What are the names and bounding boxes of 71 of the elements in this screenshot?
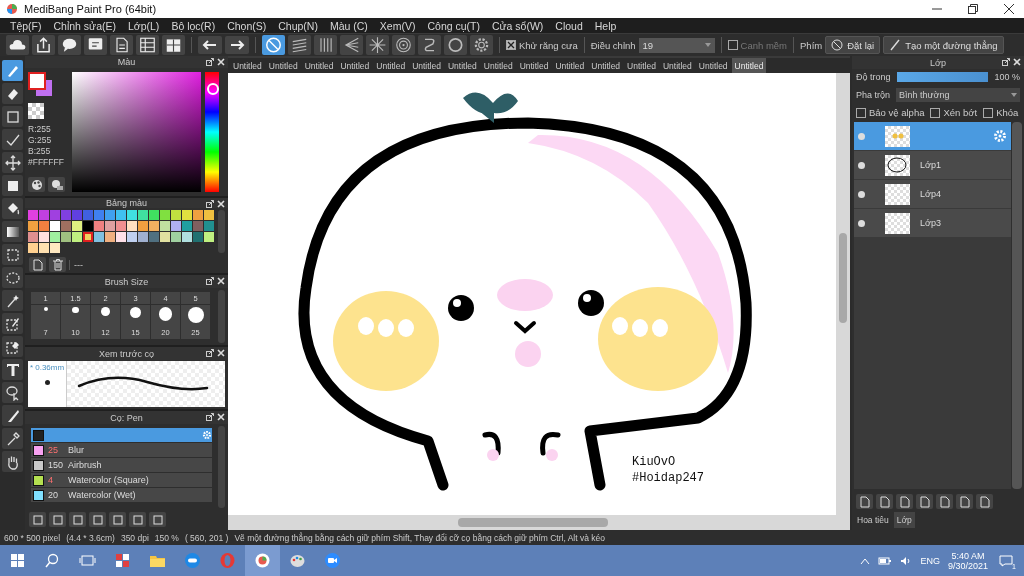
field-label: Độ trong bbox=[856, 72, 891, 82]
status-text: (4.4 * 3.6cm) bbox=[66, 532, 115, 543]
brush-item[interactable]: 150 Airbrush bbox=[31, 458, 212, 472]
blend-mode-dropdown[interactable]: Bình thường bbox=[896, 88, 1020, 102]
brush-size: 4 bbox=[48, 475, 54, 485]
rgb-value: G:255 bbox=[28, 135, 53, 145]
menu-item[interactable]: Màu (C) bbox=[323, 19, 374, 32]
layer-row[interactable]: Lớp4 bbox=[854, 180, 1011, 208]
menu-item[interactable]: Chỉnh sửa(E) bbox=[47, 19, 122, 32]
brush-item[interactable]: 25 Blur bbox=[31, 443, 212, 457]
toolbar-button[interactable]: Tạo một đường thẳng bbox=[883, 36, 1004, 54]
layer-row[interactable]: Lớp1 bbox=[854, 151, 1011, 179]
brush-name: Airbrush bbox=[68, 460, 103, 470]
field-label: Điều chỉnh bbox=[590, 39, 636, 51]
clock-time[interactable]: 5:40 AM bbox=[951, 550, 985, 561]
toolbar-button[interactable]: Đặt lại bbox=[825, 36, 881, 54]
checkbox-label: Khử răng cưa bbox=[519, 39, 578, 51]
layer-name: Lớp4 bbox=[920, 189, 942, 199]
brush-size-label: * 0.36mm bbox=[29, 363, 65, 372]
menu-item[interactable]: Xem(V) bbox=[373, 19, 422, 32]
checkbox-label: Xén bớt bbox=[943, 107, 978, 118]
panel-title: Cọ: Pen bbox=[110, 412, 143, 423]
opacity-value: 100 % bbox=[994, 72, 1020, 82]
checkbox-label: Bảo vệ alpha bbox=[869, 107, 925, 118]
correction-dropdown[interactable]: 19 bbox=[638, 37, 715, 53]
menu-item[interactable]: Bộ lọc(R) bbox=[165, 19, 222, 32]
field-label: Pha trộn bbox=[856, 90, 891, 100]
status-text: 350 dpi bbox=[120, 532, 149, 543]
brush-name: Watercolor (Square) bbox=[68, 475, 150, 485]
field-label: Phím bbox=[800, 39, 823, 51]
checkbox-label: Khóa bbox=[996, 107, 1019, 118]
caption-text: KiuOvO bbox=[632, 455, 676, 469]
rgb-value: B:255 bbox=[28, 146, 52, 156]
panel-title: Bảng màu bbox=[106, 198, 147, 208]
panel-title: Brush Size bbox=[104, 276, 149, 287]
menu-item[interactable]: Công cụ(T) bbox=[421, 19, 486, 32]
menu-item[interactable]: Lớp(L) bbox=[121, 19, 166, 32]
brush-name: Watercolor (Wet) bbox=[68, 490, 137, 500]
document-tab[interactable]: Untitled bbox=[731, 58, 767, 73]
rgb-value: R:255 bbox=[28, 124, 52, 134]
hex-value: #FFFFFF bbox=[28, 157, 65, 167]
panel-title: Lớp bbox=[930, 57, 946, 68]
brush-size: 20 bbox=[48, 490, 59, 500]
panel-title: Màu bbox=[117, 57, 136, 67]
menu-item[interactable]: Chọn(S) bbox=[221, 19, 273, 32]
menu-item[interactable]: Help bbox=[588, 19, 623, 32]
brush-item[interactable]: 4 Watercolor (Square) bbox=[31, 473, 212, 487]
brush-size: 150 bbox=[48, 460, 64, 470]
menu-item[interactable]: Cửa sổ(W) bbox=[485, 19, 550, 32]
palette-name: --- bbox=[69, 259, 83, 270]
brush-item[interactable]: 20 Watercolor (Wet) bbox=[31, 488, 212, 502]
checkbox-label: Canh mềm bbox=[740, 39, 788, 51]
layer-row[interactable]: Lớp3 bbox=[854, 209, 1011, 237]
layer-name: Lớp3 bbox=[920, 218, 942, 228]
menu-item[interactable]: Cloud bbox=[549, 19, 589, 32]
panel-tab[interactable]: Lớp bbox=[893, 512, 915, 528]
language-indicator[interactable]: ENG bbox=[920, 555, 940, 566]
drawing-canvas[interactable]: KiuOvO #Hoidap247 bbox=[228, 73, 836, 515]
menu-item[interactable]: Tệp(F) bbox=[4, 19, 48, 32]
panel-title: Xem trước cọ bbox=[99, 348, 154, 359]
brush-size: 25 bbox=[48, 445, 59, 455]
status-text: ( 560, 201 ) bbox=[184, 532, 229, 543]
status-text: 150 % bbox=[154, 532, 179, 543]
menu-item[interactable]: Chụp(N) bbox=[272, 19, 324, 32]
layer-name: Lớp1 bbox=[920, 160, 942, 170]
brush-name: Blur bbox=[68, 445, 85, 455]
window-title: MediBang Paint Pro (64bit) bbox=[24, 3, 157, 15]
clock-date[interactable]: 9/30/2021 bbox=[947, 560, 988, 571]
status-text: 600 * 500 pixel bbox=[4, 532, 61, 543]
status-text: Vẽ một đường thẳng bằng cách giữ phím Shift, Thay đổi cỡ cọ bằng cách giữ phím Ctrl, Alt và kéo bbox=[234, 532, 605, 543]
caption-text: #Hoidap247 bbox=[632, 471, 704, 485]
